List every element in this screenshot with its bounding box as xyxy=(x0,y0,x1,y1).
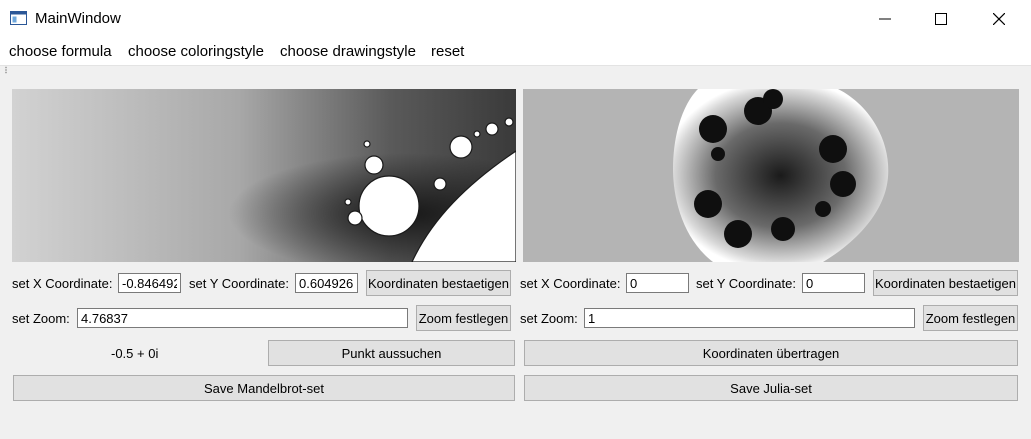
mandelbrot-zoom-input[interactable] xyxy=(77,308,408,328)
julia-y-label: set Y Coordinate: xyxy=(696,276,796,291)
selected-point-value: -0.5 + 0i xyxy=(111,346,159,361)
menu-choose-formula[interactable]: choose formula xyxy=(9,43,112,60)
menu-reset[interactable]: reset xyxy=(431,43,464,60)
julia-x-input[interactable] xyxy=(626,273,689,293)
mandelbrot-confirm-coordinates-button[interactable]: Koordinaten bestaetigen xyxy=(366,270,511,296)
window-title: MainWindow xyxy=(35,10,121,27)
title-bar: MainWindow xyxy=(0,0,1031,38)
save-julia-button[interactable]: Save Julia-set xyxy=(524,375,1018,401)
mandelbrot-x-label: set X Coordinate: xyxy=(12,276,113,291)
mandelbrot-zoom-button[interactable]: Zoom festlegen xyxy=(416,305,511,331)
julia-zoom-button[interactable]: Zoom festlegen xyxy=(923,305,1018,331)
mandelbrot-x-input[interactable] xyxy=(118,273,181,293)
save-mandelbrot-button[interactable]: Save Mandelbrot-set xyxy=(13,375,515,401)
minimize-icon xyxy=(879,18,891,20)
toolbar-grip-icon[interactable] xyxy=(4,66,8,74)
julia-zoom-input[interactable] xyxy=(584,308,915,328)
menu-choose-drawingstyle[interactable]: choose drawingstyle xyxy=(280,43,416,60)
mandelbrot-y-label: set Y Coordinate: xyxy=(189,276,289,291)
menu-bar: choose formula choose coloringstyle choo… xyxy=(0,38,1031,66)
mandelbrot-y-input[interactable] xyxy=(295,273,358,293)
maximize-button[interactable] xyxy=(913,0,969,38)
close-icon xyxy=(993,13,1005,25)
menu-choose-coloringstyle[interactable]: choose coloringstyle xyxy=(128,43,264,60)
maximize-icon xyxy=(935,13,947,25)
mandelbrot-zoom-label: set Zoom: xyxy=(12,311,70,326)
mandelbrot-canvas[interactable] xyxy=(12,89,516,262)
select-point-button[interactable]: Punkt aussuchen xyxy=(268,340,515,366)
julia-x-label: set X Coordinate: xyxy=(520,276,621,291)
julia-y-input[interactable] xyxy=(802,273,865,293)
julia-confirm-coordinates-button[interactable]: Koordinaten bestaetigen xyxy=(873,270,1018,296)
julia-canvas[interactable] xyxy=(523,89,1019,262)
julia-zoom-label: set Zoom: xyxy=(520,311,578,326)
close-button[interactable] xyxy=(971,0,1027,38)
minimize-button[interactable] xyxy=(857,0,913,38)
transfer-coordinates-button[interactable]: Koordinaten übertragen xyxy=(524,340,1018,366)
app-window-icon xyxy=(10,11,27,25)
